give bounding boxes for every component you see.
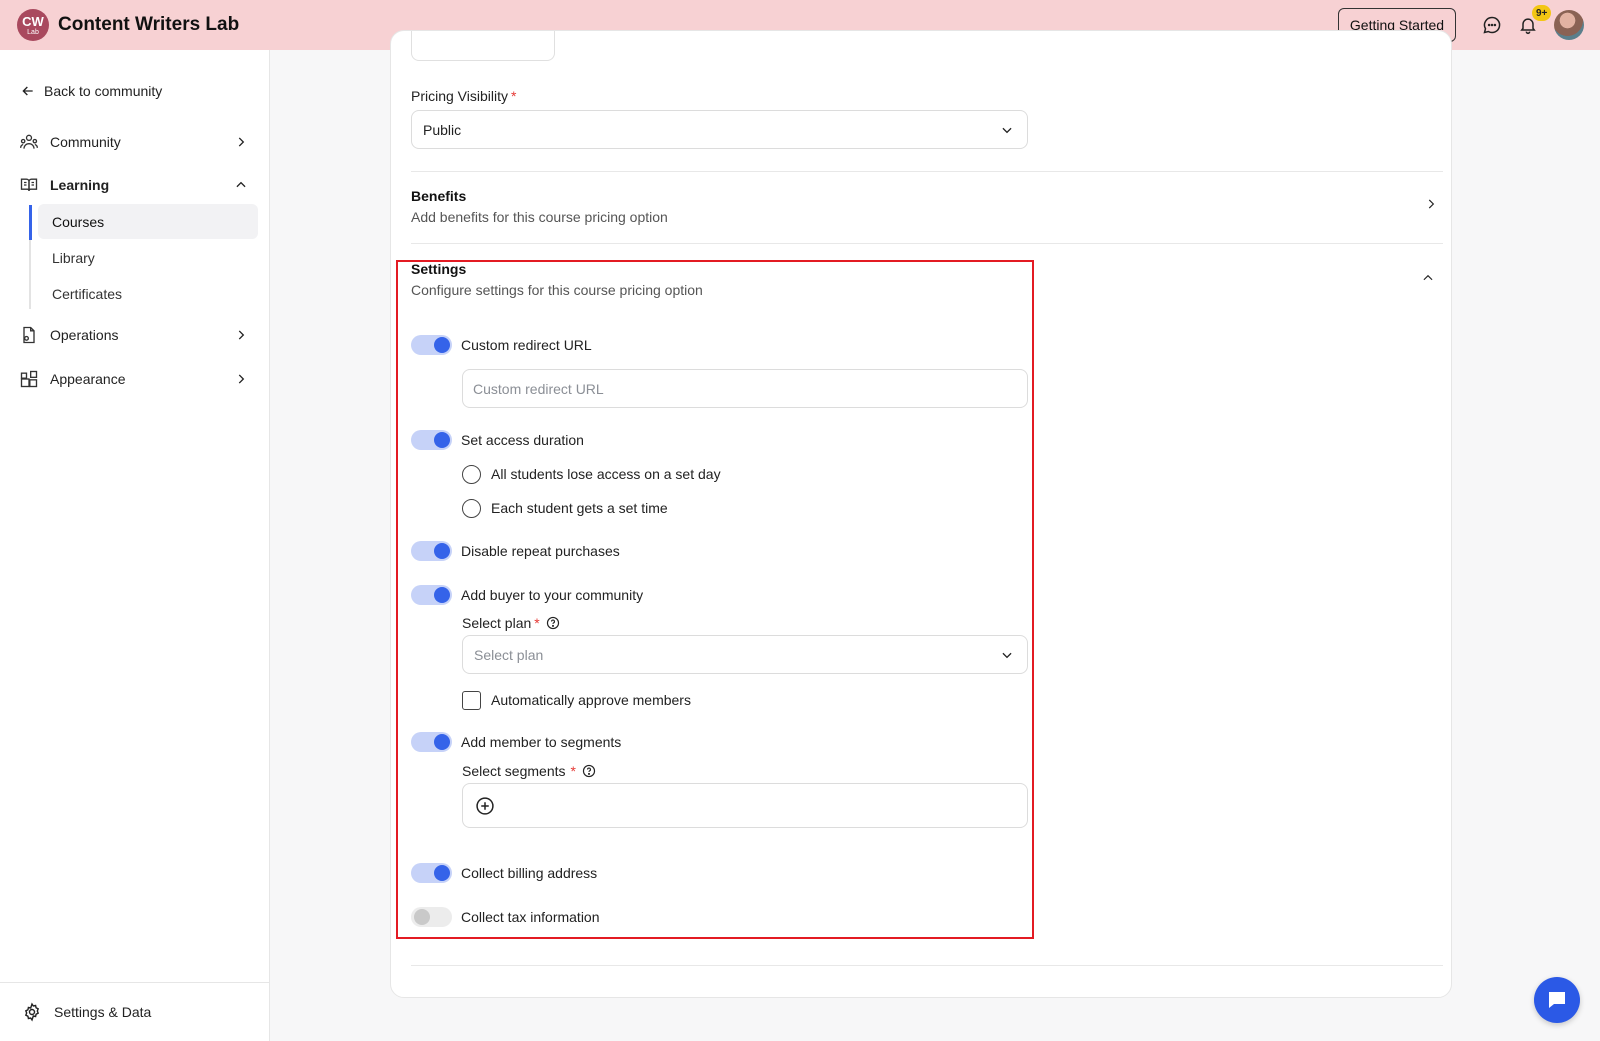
book-icon [18, 174, 40, 196]
billing-address-label: Collect billing address [461, 865, 598, 881]
add-buyer-row: Add buyer to your community [411, 583, 643, 607]
app-title: Content Writers Lab [58, 14, 240, 35]
sidebar-subitem-library[interactable]: Library [38, 240, 258, 275]
sidebar-item-label: Operations [50, 327, 119, 343]
pricing-visibility-select[interactable]: Public [411, 110, 1028, 149]
pricing-visibility-label: Pricing Visibility * [411, 88, 517, 104]
chat-bubble-icon[interactable] [1480, 13, 1504, 37]
chevron-right-icon [232, 326, 250, 344]
radio-set-time-label: Each student gets a set time [491, 500, 668, 516]
add-buyer-label: Add buyer to your community [461, 587, 644, 603]
chevron-up-icon [232, 176, 250, 194]
chevron-right-icon [232, 133, 250, 151]
user-avatar[interactable] [1554, 10, 1584, 40]
tax-info-toggle[interactable] [411, 907, 452, 927]
chevron-down-icon [999, 647, 1015, 663]
pricing-visibility-value: Public [423, 121, 462, 138]
select-segments-box[interactable] [462, 783, 1028, 828]
chat-support-button[interactable] [1534, 977, 1580, 1023]
custom-redirect-input[interactable] [462, 369, 1028, 408]
sidebar-item-operations[interactable]: Operations [18, 321, 250, 349]
pricing-option-card: Pricing Visibility * Public Benefits Add … [390, 30, 1452, 998]
main-content: Pricing Visibility * Public Benefits Add … [270, 30, 1600, 1041]
toggle-knob [434, 337, 450, 353]
sidebar-item-label: Appearance [50, 371, 126, 387]
select-plan-placeholder: Select plan [474, 646, 544, 663]
people-icon [18, 131, 40, 153]
help-circle-icon[interactable] [582, 764, 596, 778]
toggle-knob [434, 543, 450, 559]
add-segments-toggle[interactable] [411, 732, 452, 752]
toggle-knob [434, 432, 450, 448]
settings-data-link[interactable]: Settings & Data [22, 1002, 151, 1022]
tax-info-label: Collect tax information [461, 909, 600, 925]
notification-badge: 9+ [1532, 5, 1552, 21]
disable-repeat-toggle[interactable] [411, 541, 452, 561]
back-label: Back to community [44, 83, 163, 99]
back-to-community-link[interactable]: Back to community [20, 83, 162, 99]
toggle-knob [414, 909, 430, 925]
sidebar-subitem-certificates[interactable]: Certificates [38, 276, 258, 311]
tax-info-row: Collect tax information [411, 905, 600, 929]
sidebar-item-label: Community [50, 134, 121, 150]
custom-redirect-row: Custom redirect URL [411, 333, 592, 357]
toggle-knob [434, 734, 450, 750]
settings-title: Settings [411, 261, 467, 277]
chevron-down-icon [999, 122, 1015, 138]
benefits-subtitle: Add benefits for this course pricing opt… [411, 209, 668, 225]
arrow-left-icon [22, 86, 33, 96]
sidebar-item-label: Learning [50, 177, 110, 193]
select-plan-label: Select plan * [462, 615, 560, 631]
disable-repeat-row: Disable repeat purchases [411, 539, 620, 563]
settings-data-label: Settings & Data [54, 1004, 152, 1020]
chevron-right-icon[interactable] [1422, 195, 1440, 213]
subnav-track [29, 205, 32, 309]
toggle-knob [434, 587, 450, 603]
radio-button[interactable] [462, 498, 481, 518]
divider [411, 965, 1443, 966]
select-segments-label: Select segments * [462, 763, 596, 779]
sidebar: Back to community Community Learning Cou… [0, 50, 270, 1041]
active-indicator [29, 205, 32, 240]
access-duration-label: Set access duration [461, 432, 584, 448]
disable-repeat-label: Disable repeat purchases [461, 543, 620, 559]
previous-field-input[interactable] [411, 31, 555, 61]
radio-set-day[interactable]: All students lose access on a set day [462, 463, 721, 485]
custom-redirect-toggle[interactable] [411, 335, 452, 355]
radio-set-time[interactable]: Each student gets a set time [462, 497, 668, 519]
divider [411, 243, 1443, 244]
sidebar-item-appearance[interactable]: Appearance [18, 365, 250, 393]
custom-redirect-label: Custom redirect URL [461, 337, 592, 353]
billing-address-toggle[interactable] [411, 863, 452, 883]
gear-icon [24, 1002, 40, 1022]
select-plan-dropdown[interactable]: Select plan [462, 635, 1028, 674]
settings-subtitle: Configure settings for this course prici… [411, 282, 703, 298]
chevron-right-icon [232, 370, 250, 388]
auto-approve-row[interactable]: Automatically approve members [462, 689, 691, 711]
chat-icon [1549, 992, 1565, 1008]
sidebar-item-learning[interactable]: Learning [18, 171, 250, 199]
sidebar-footer: Settings & Data [0, 982, 269, 1041]
chevron-up-icon[interactable] [1419, 269, 1437, 287]
document-gear-icon [18, 324, 40, 346]
community-logo[interactable]: CW Lab [17, 9, 49, 41]
auto-approve-checkbox[interactable] [462, 690, 481, 710]
sidebar-subitem-courses[interactable]: Courses [38, 204, 258, 239]
radio-button[interactable] [462, 464, 481, 484]
radio-set-day-label: All students lose access on a set day [491, 466, 721, 482]
divider [411, 171, 1443, 172]
auto-approve-label: Automatically approve members [491, 692, 691, 708]
toggle-knob [434, 865, 450, 881]
plus-circle-icon[interactable] [475, 796, 495, 816]
blocks-icon [18, 368, 40, 390]
access-duration-toggle[interactable] [411, 430, 452, 450]
billing-address-row: Collect billing address [411, 861, 597, 885]
access-duration-row: Set access duration [411, 428, 584, 452]
benefits-title: Benefits [411, 188, 467, 204]
sidebar-item-community[interactable]: Community [18, 128, 250, 156]
help-circle-icon[interactable] [546, 616, 560, 630]
add-segments-row: Add member to segments [411, 730, 621, 754]
add-segments-label: Add member to segments [461, 734, 622, 750]
add-buyer-toggle[interactable] [411, 585, 452, 605]
